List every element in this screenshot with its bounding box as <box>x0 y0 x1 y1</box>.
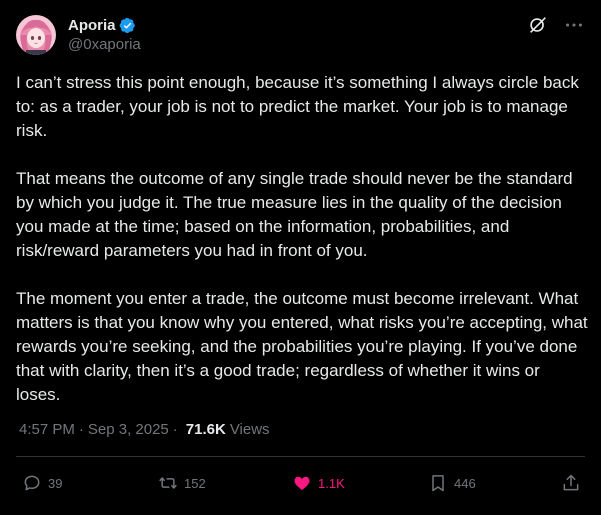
like-button[interactable]: 1.1K <box>292 473 345 493</box>
views-count: 71.6K <box>185 421 226 438</box>
repost-button[interactable]: 152 <box>158 473 206 493</box>
tweet-header: Aporia @0xaporia <box>16 12 585 60</box>
tweet-card: Aporia @0xaporia I can’t stress this poi… <box>0 0 601 515</box>
author-names: Aporia @0xaporia <box>68 16 141 54</box>
avatar[interactable] <box>16 15 56 55</box>
display-name[interactable]: Aporia <box>68 16 116 35</box>
bookmark-button[interactable]: 446 <box>428 473 476 493</box>
grok-icon[interactable] <box>527 14 549 36</box>
avatar-image <box>16 15 56 55</box>
like-count: 1.1K <box>318 475 345 491</box>
heart-icon <box>294 476 310 491</box>
tweet-paragraph: That means the outcome of any single tra… <box>16 169 573 260</box>
divider <box>16 456 585 457</box>
share-button[interactable] <box>561 473 581 493</box>
author-handle[interactable]: @0xaporia <box>68 35 141 54</box>
reply-count: 39 <box>48 475 63 491</box>
tweet-date[interactable]: Sep 3, 2025 <box>88 421 169 438</box>
meta-separator: · <box>172 421 178 438</box>
tweet-paragraph: I can’t stress this point enough, becaus… <box>16 73 579 140</box>
meta-separator: · <box>78 421 84 438</box>
verified-badge-icon[interactable] <box>119 17 136 34</box>
more-options-icon[interactable] <box>563 14 585 36</box>
tweet-metadata: 4:57 PM · Sep 3, 2025 · 71.6K Views <box>19 421 270 438</box>
reply-icon <box>24 475 40 491</box>
tweet-action-bar: 39 152 1.1K 446 <box>20 468 581 498</box>
tweet-paragraph: The moment you enter a trade, the outcom… <box>16 289 588 404</box>
bookmark-count: 446 <box>454 475 476 491</box>
bookmark-icon <box>432 475 444 492</box>
repost-count: 152 <box>184 475 206 491</box>
reply-button[interactable]: 39 <box>22 473 62 493</box>
tweet-text: I can’t stress this point enough, becaus… <box>16 71 588 407</box>
views-label: Views <box>229 421 270 438</box>
share-icon <box>563 474 579 491</box>
tweet-top-actions <box>527 14 585 36</box>
tweet-time[interactable]: 4:57 PM <box>19 421 75 438</box>
repost-icon <box>159 477 177 489</box>
